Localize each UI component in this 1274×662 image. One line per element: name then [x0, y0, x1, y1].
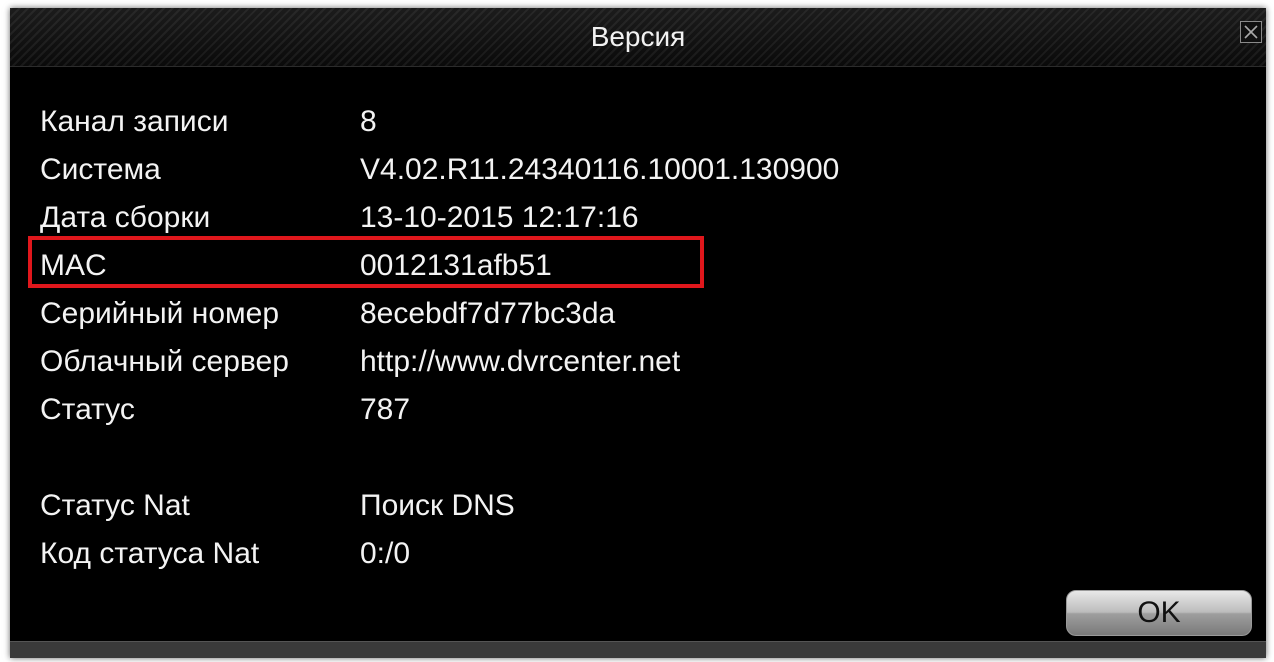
- info-label: Статус: [40, 393, 135, 426]
- info-label: Канал записи: [40, 105, 229, 138]
- bottom-bar: [10, 641, 1266, 658]
- info-label: Статус Nat: [40, 489, 190, 522]
- info-label: Серийный номер: [40, 297, 280, 330]
- close-icon[interactable]: [1240, 21, 1262, 43]
- info-value: http://www.dvrcenter.net: [360, 345, 681, 378]
- title-bar[interactable]: Версия: [10, 8, 1266, 67]
- info-label: MAC: [40, 249, 107, 282]
- info-label: Облачный сервер: [40, 345, 289, 378]
- info-value: 0:/0: [360, 537, 411, 570]
- info-value: V4.02.R11.24340116.10001.130900: [360, 153, 840, 186]
- info-value: 8: [360, 105, 377, 138]
- info-label: Дата сборки: [40, 201, 211, 234]
- info-value: 13-10-2015 12:17:16: [360, 201, 639, 234]
- info-value: 8ecebdf7d77bc3da: [360, 297, 616, 330]
- info-value: Поиск DNS: [360, 489, 515, 522]
- dialog-title: Версия: [590, 21, 686, 52]
- info-value: 0012131afb51: [360, 249, 552, 282]
- info-label: Код статуса Nat: [40, 537, 260, 570]
- version-dialog: Версия Канал записи 8 Система V4.02.R11.…: [10, 8, 1266, 658]
- info-label: Система: [40, 153, 161, 186]
- info-value: 787: [360, 393, 411, 426]
- ok-button[interactable]: OK: [1066, 590, 1252, 636]
